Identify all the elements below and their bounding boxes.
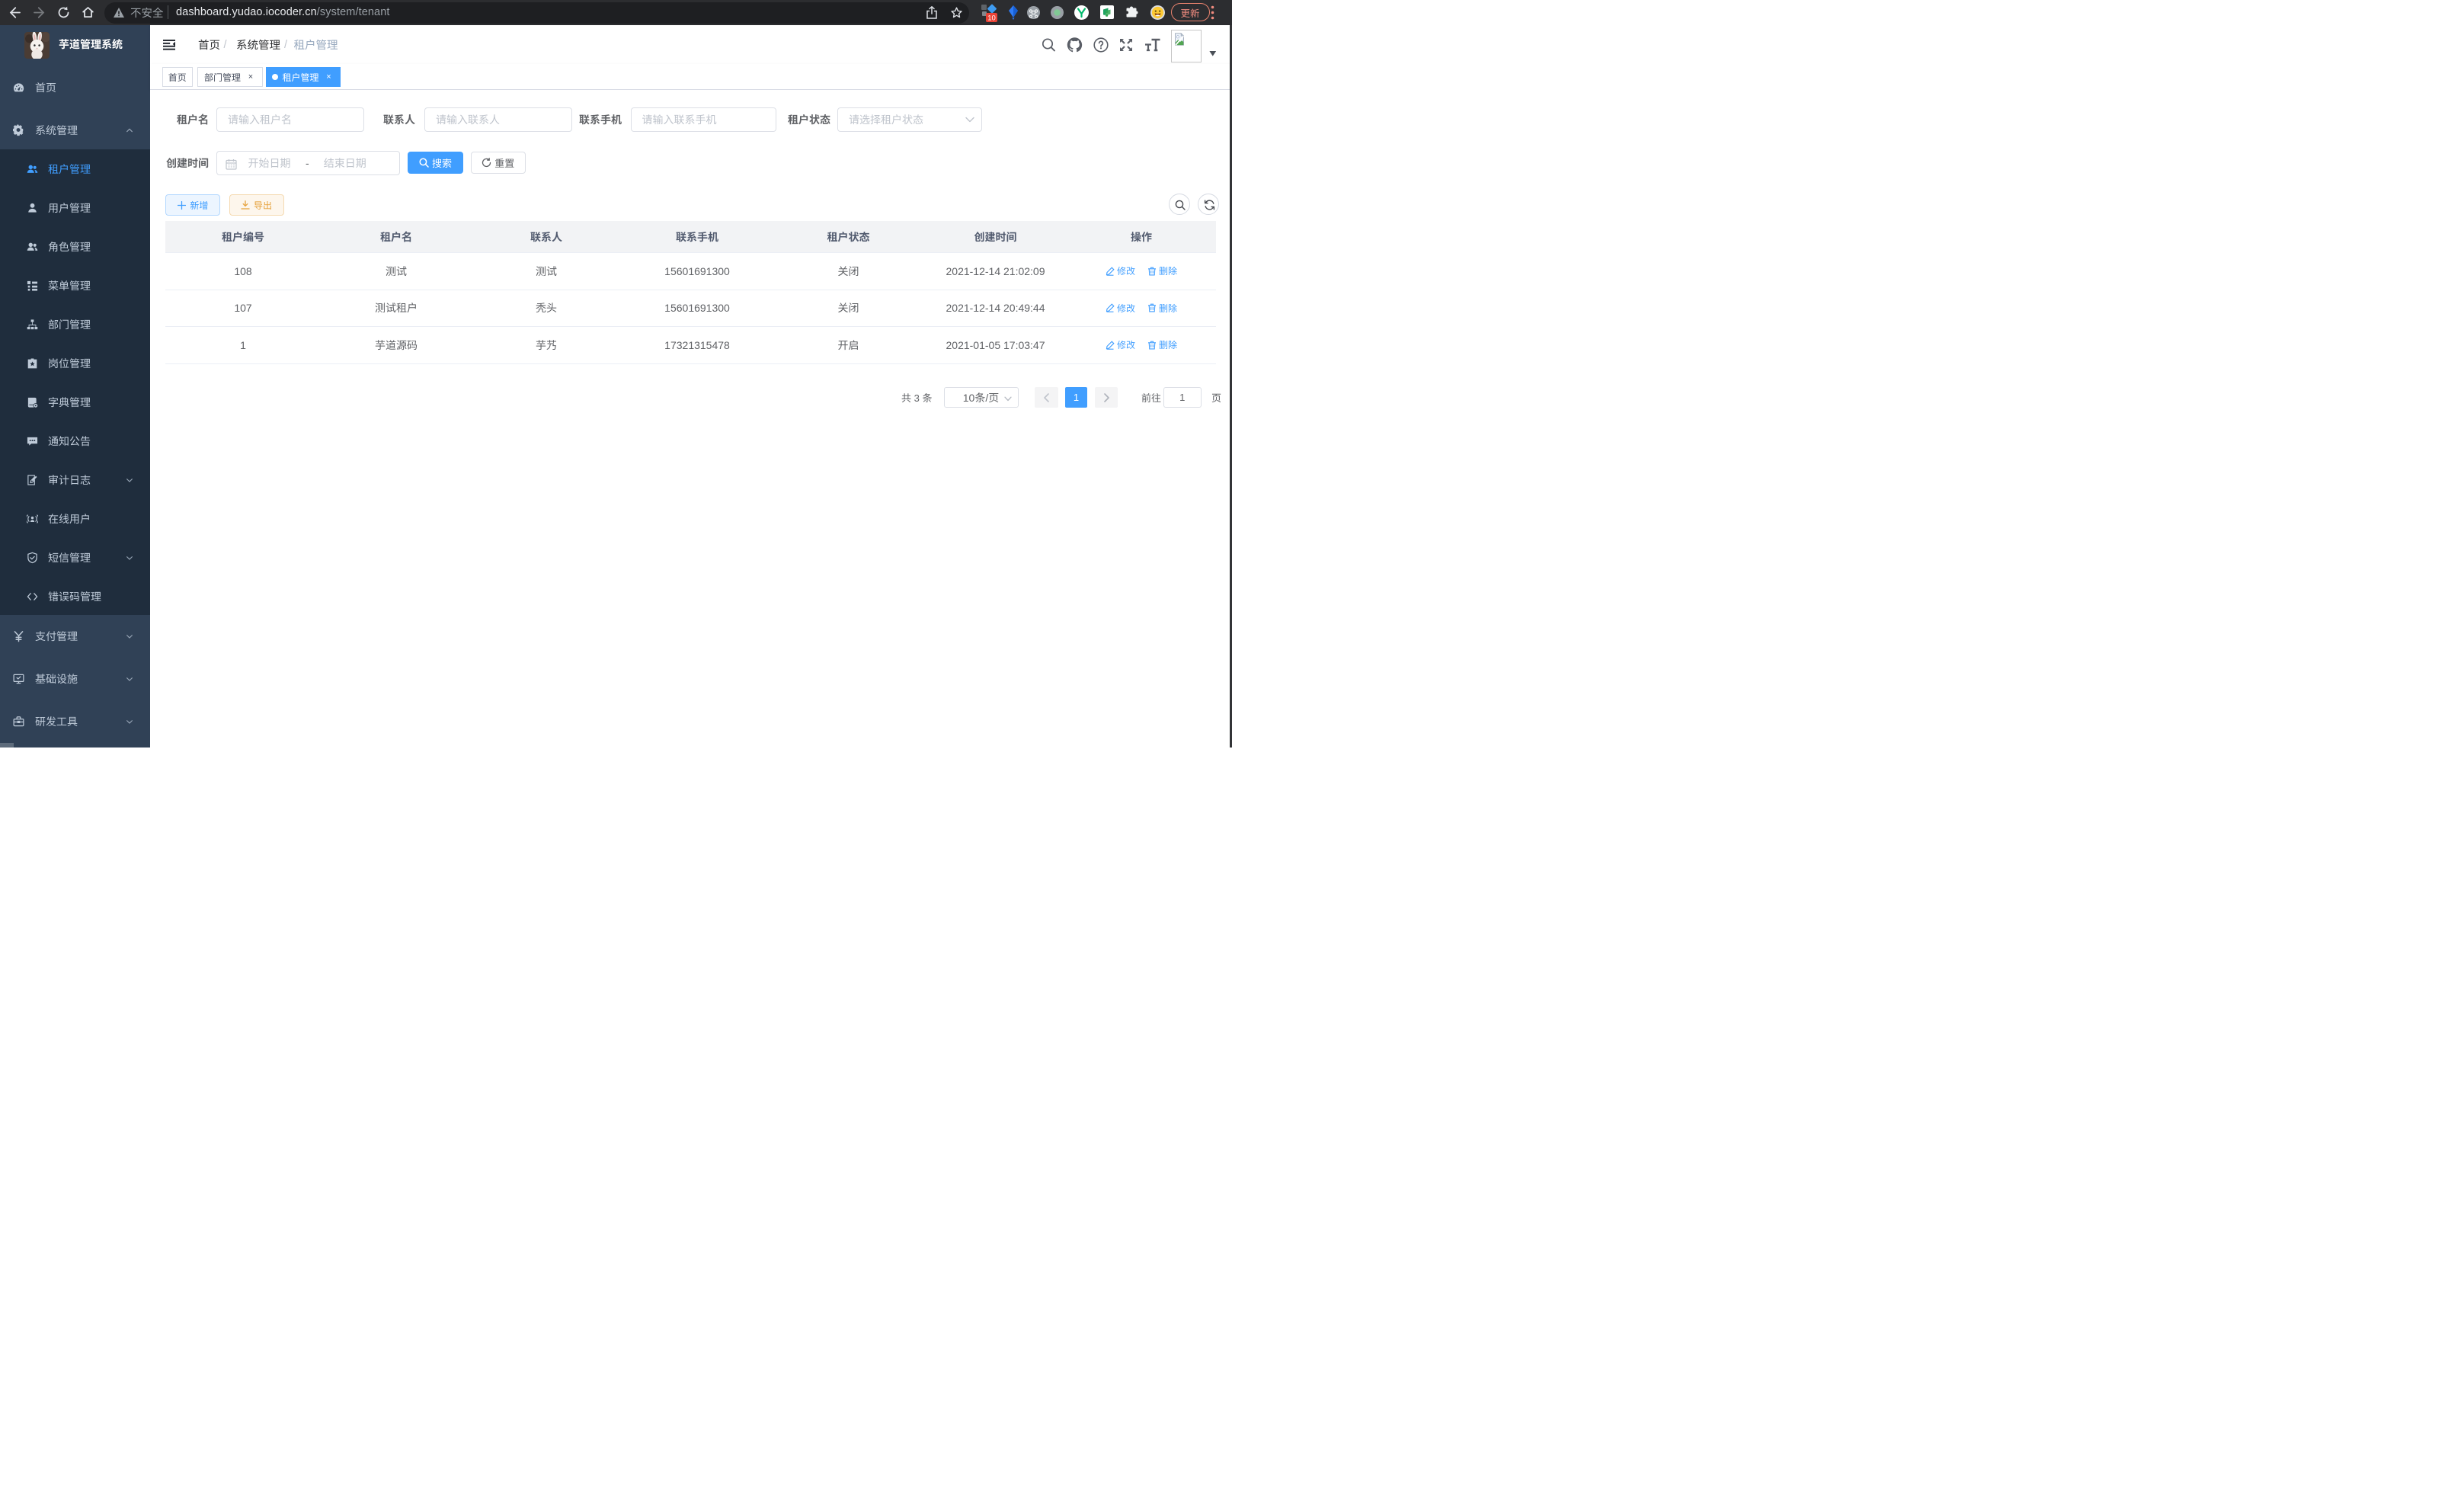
svg-text:10: 10 <box>987 14 996 23</box>
